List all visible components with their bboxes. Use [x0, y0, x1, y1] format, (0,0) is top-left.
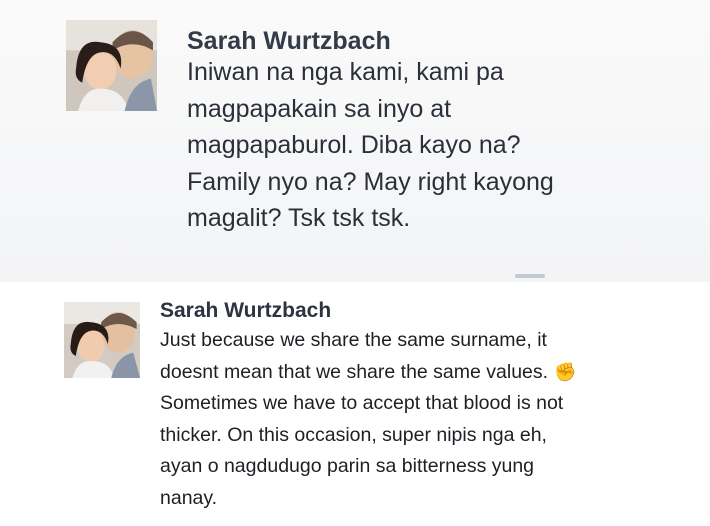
divider: [515, 274, 545, 278]
author-name[interactable]: Sarah Wurtzbach: [160, 299, 331, 323]
comment-line: Family nyo na? May right kayong: [187, 167, 554, 196]
comment-line: magpapaburol. Diba kayo na?: [187, 131, 521, 159]
avatar[interactable]: [64, 302, 140, 378]
comment-line: magpapakain sa inyo at: [187, 94, 452, 123]
comment-text: Iniwan na nga kami, kami pa magpapakain …: [187, 54, 687, 237]
comment-line: magalit? Tsk tsk tsk.: [187, 204, 411, 232]
profile-photo-icon: [64, 302, 140, 378]
comment-text: Just because we share the same surname, …: [160, 325, 700, 514]
comment-line: Sometimes we have to accept that blood i…: [160, 392, 564, 414]
comment-line: nanay.: [160, 486, 218, 509]
author-name[interactable]: Sarah Wurtzbach: [187, 27, 391, 56]
comment-2: Sarah Wurtzbach Just because we share th…: [0, 286, 710, 526]
comment-line-with-emoji: doesnt mean that we share the same value…: [160, 357, 700, 389]
profile-photo-icon: [66, 20, 157, 111]
comment-line: thicker. On this occasion, super nipis n…: [160, 423, 547, 446]
comment-1: Sarah Wurtzbach Iniwan na nga kami, kami…: [0, 0, 710, 282]
comment-line: Iniwan na nga kami, kami pa: [187, 58, 504, 86]
comment-line: ayan o nagdudugo parin sa bitterness yun…: [160, 455, 535, 477]
comment-line: Just because we share the same surname, …: [160, 329, 547, 351]
comment-line: doesnt mean that we share the same value…: [160, 360, 549, 383]
raised-fist-emoji-icon: ✊: [554, 361, 577, 383]
avatar[interactable]: [66, 20, 157, 111]
